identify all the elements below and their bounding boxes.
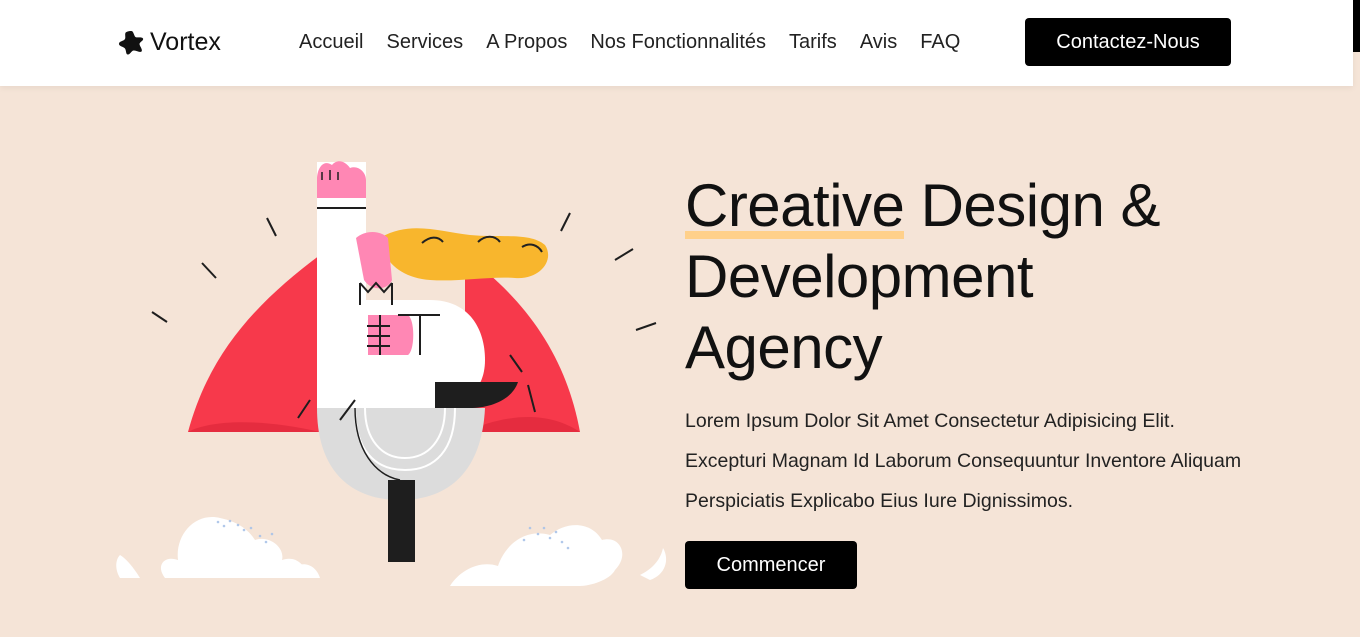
nav-link-services[interactable]: Services	[386, 29, 463, 55]
brand-logo[interactable]: Vortex	[118, 27, 221, 57]
nav-link-tarifs[interactable]: Tarifs	[789, 29, 837, 55]
scrollbar-edge	[1353, 0, 1360, 52]
title-line1-rest: Design &	[904, 172, 1161, 239]
brand-name: Vortex	[150, 28, 221, 56]
start-button[interactable]: Commencer	[685, 541, 857, 589]
nav-links: Accueil Services A Propos Nos Fonctionna…	[299, 29, 960, 55]
cloud-right	[450, 525, 667, 586]
cape	[188, 255, 320, 432]
nav-link-faq[interactable]: FAQ	[920, 29, 960, 55]
title-line2: Development	[685, 243, 1034, 310]
hero-title: Creative Design & Development Agency	[685, 170, 1245, 383]
hero-text: Creative Design & Development Agency Lor…	[685, 170, 1245, 589]
title-highlight: Creative	[685, 172, 905, 239]
nav-link-accueil[interactable]: Accueil	[299, 29, 363, 55]
cloud-left	[116, 517, 320, 578]
star-blob-icon	[118, 30, 144, 55]
nav-link-avis[interactable]: Avis	[860, 29, 897, 55]
hair	[380, 228, 549, 281]
hero-illustration	[110, 150, 675, 595]
navbar: Vortex Accueil Services A Propos Nos Fon…	[0, 0, 1353, 86]
contact-button[interactable]: Contactez-Nous	[1025, 18, 1231, 66]
hero-description: Lorem Ipsum Dolor Sit Amet Consectetur A…	[685, 410, 1242, 512]
nav-link-a-propos[interactable]: A Propos	[486, 29, 567, 55]
title-line3: Agency	[685, 314, 883, 381]
nav-link-fonctionnalites[interactable]: Nos Fonctionnalités	[590, 29, 766, 55]
